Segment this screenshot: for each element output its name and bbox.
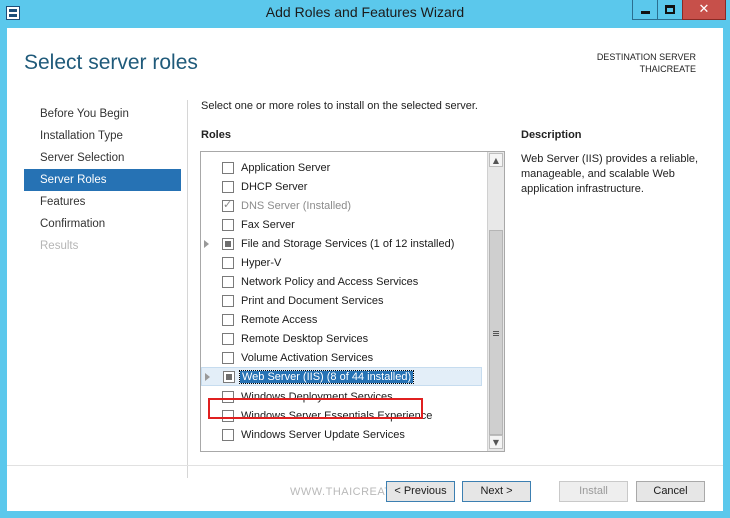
watermark-text: WWW.THAICREATE	[290, 486, 400, 498]
destination-server-name: THAICREATE	[639, 64, 696, 74]
destination-label: DESTINATION SERVER	[596, 52, 696, 62]
role-row-windows-deployment[interactable]: Windows Deployment Services	[201, 387, 482, 406]
maximize-icon	[665, 5, 675, 14]
nav-item-server-roles[interactable]: Server Roles	[24, 169, 181, 191]
role-row-web-server-iis[interactable]: Web Server (IIS) (8 of 44 installed)	[201, 367, 482, 386]
role-row-essentials-experience[interactable]: Windows Server Essentials Experience	[201, 406, 482, 425]
role-checkbox[interactable]	[222, 428, 234, 441]
role-row-dns-server[interactable]: DNS Server (Installed)	[201, 196, 482, 215]
cancel-button[interactable]: Cancel	[636, 481, 705, 502]
role-checkbox[interactable]	[222, 294, 234, 307]
role-label: Remote Access	[241, 313, 318, 326]
wizard-step-nav: Before You Begin Installation Type Serve…	[24, 103, 181, 257]
role-checkbox[interactable]	[222, 275, 234, 288]
role-checkbox-partial[interactable]	[222, 237, 234, 250]
scroll-up-arrow-icon[interactable]: ▲	[489, 153, 503, 167]
role-checkbox[interactable]	[222, 313, 234, 326]
role-row-remote-access[interactable]: Remote Access	[201, 310, 482, 329]
role-label: Windows Deployment Services	[241, 390, 393, 403]
role-label: Print and Document Services	[241, 294, 384, 307]
nav-item-results: Results	[40, 240, 79, 252]
description-header: Description	[521, 129, 582, 141]
instruction-text: Select one or more roles to install on t…	[201, 100, 478, 112]
description-text: Web Server (IIS) provides a reliable, ma…	[521, 153, 699, 195]
role-label: Remote Desktop Services	[241, 332, 369, 345]
role-label: Network Policy and Access Services	[241, 275, 419, 288]
nav-item-installation-type[interactable]: Installation Type	[24, 125, 181, 147]
nav-divider	[187, 100, 188, 478]
role-label: Windows Server Update Services	[241, 428, 405, 441]
roles-list[interactable]: Application Server DHCP Server DNS Serve…	[200, 151, 505, 452]
scroll-thumb[interactable]	[489, 230, 503, 435]
role-row-network-policy[interactable]: Network Policy and Access Services	[201, 272, 482, 291]
grip-icon	[493, 331, 499, 337]
nav-item-confirmation[interactable]: Confirmation	[24, 213, 181, 235]
role-label: File and Storage Services (1 of 12 insta…	[241, 237, 455, 250]
role-checkbox[interactable]	[222, 332, 234, 345]
role-label: DHCP Server	[241, 180, 308, 193]
title-bar: Add Roles and Features Wizard ✕	[0, 0, 730, 28]
role-label: Fax Server	[241, 218, 295, 231]
role-label: DNS Server (Installed)	[241, 199, 352, 212]
role-checkbox[interactable]	[222, 409, 234, 422]
page-title: Select server roles	[24, 51, 198, 74]
role-row-volume-activation[interactable]: Volume Activation Services	[201, 348, 482, 367]
roles-header: Roles	[201, 129, 231, 141]
minimize-icon	[640, 11, 650, 14]
minimize-button[interactable]	[632, 0, 658, 20]
role-row-remote-desktop[interactable]: Remote Desktop Services	[201, 329, 482, 348]
roles-scrollbar[interactable]: ▲ ▼	[487, 152, 504, 451]
role-row-print-document[interactable]: Print and Document Services	[201, 291, 482, 310]
previous-button[interactable]: < Previous	[386, 481, 455, 502]
role-row-file-storage-services[interactable]: File and Storage Services (1 of 12 insta…	[201, 234, 482, 253]
install-button: Install	[559, 481, 628, 502]
wizard-client-area: Select server roles DESTINATION SERVER T…	[7, 28, 723, 511]
maximize-button[interactable]	[657, 0, 683, 20]
role-row-hyper-v[interactable]: Hyper-V	[201, 253, 482, 272]
expand-arrow-icon[interactable]	[205, 372, 210, 381]
role-row-update-services[interactable]: Windows Server Update Services	[201, 425, 482, 444]
role-label: Web Server (IIS) (8 of 44 installed)	[238, 369, 415, 384]
nav-item-server-selection[interactable]: Server Selection	[24, 147, 181, 169]
destination-server-info: DESTINATION SERVER THAICREATE	[597, 51, 696, 75]
role-row-fax-server[interactable]: Fax Server	[201, 215, 482, 234]
role-label: Hyper-V	[241, 256, 282, 269]
nav-item-features[interactable]: Features	[24, 191, 181, 213]
expand-arrow-icon[interactable]	[204, 239, 209, 248]
role-row-dhcp-server[interactable]: DHCP Server	[201, 177, 482, 196]
close-icon: ✕	[698, 2, 710, 17]
scroll-down-arrow-icon[interactable]: ▼	[489, 435, 503, 449]
role-checkbox-checked	[222, 198, 234, 212]
role-checkbox[interactable]	[222, 218, 234, 231]
role-checkbox[interactable]	[222, 256, 234, 269]
role-label: Application Server	[241, 161, 331, 174]
close-button[interactable]: ✕	[682, 0, 726, 20]
window-title: Add Roles and Features Wizard	[265, 4, 465, 20]
role-label: Volume Activation Services	[241, 351, 374, 364]
role-checkbox[interactable]	[222, 351, 234, 364]
role-label: Windows Server Essentials Experience	[241, 409, 433, 422]
role-row-application-server[interactable]: Application Server	[201, 158, 482, 177]
next-button[interactable]: Next >	[462, 481, 531, 502]
footer-divider	[7, 465, 723, 466]
nav-item-before-you-begin[interactable]: Before You Begin	[24, 103, 181, 125]
role-checkbox[interactable]	[222, 161, 234, 174]
role-checkbox[interactable]	[222, 390, 234, 403]
role-checkbox[interactable]	[222, 180, 234, 193]
role-checkbox-partial[interactable]	[223, 370, 235, 383]
